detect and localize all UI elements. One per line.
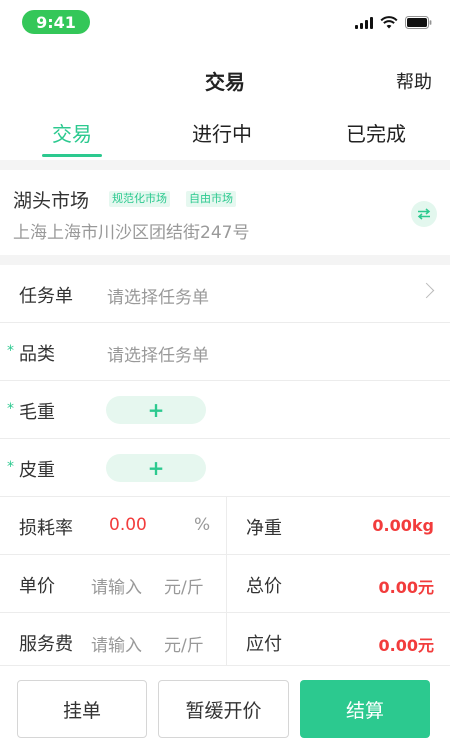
add-tare-weight-button[interactable]: +: [106, 454, 206, 482]
category-select[interactable]: 请选择任务单: [107, 341, 209, 366]
hold-order-button[interactable]: 挂单: [17, 680, 147, 738]
market-address: 上海上海市川沙区团结街247号: [13, 223, 250, 243]
market-name: 湖头市场: [13, 190, 90, 212]
section-divider: [0, 160, 450, 170]
market-card[interactable]: 湖头市场 规范化市场 自由市场 上海上海市川沙区团结街247号: [0, 170, 450, 255]
wifi-icon: [380, 16, 398, 29]
status-time: 9:41: [22, 10, 90, 34]
net-weight-value: 0.00kg: [372, 516, 434, 535]
defer-pricing-button[interactable]: 暂缓开价: [158, 680, 289, 738]
status-bar: 9:41: [0, 0, 450, 44]
payable-value: 0.00元: [378, 636, 434, 655]
loss-rate-input[interactable]: 0.00: [109, 515, 147, 535]
tab-trade[interactable]: 交易: [52, 118, 92, 147]
swap-arrows-icon: [417, 208, 431, 220]
net-weight-label: 净重: [246, 518, 282, 539]
service-fee-unit: 元/斤: [164, 636, 204, 656]
unit-price-input[interactable]: 请输入: [91, 573, 142, 598]
service-fee-cell: 服务费 请输入 元/斤: [0, 613, 227, 665]
category-row[interactable]: * 品类 请选择任务单: [0, 323, 450, 381]
required-mark: *: [7, 459, 14, 475]
battery-icon: [405, 16, 432, 29]
service-fee-label: 服务费: [19, 634, 73, 655]
tab-in-progress[interactable]: 进行中: [192, 118, 252, 147]
add-gross-weight-button[interactable]: +: [106, 396, 206, 424]
switch-market-button[interactable]: [411, 201, 437, 227]
loss-rate-unit: %: [194, 515, 211, 535]
tare-weight-row: * 皮重 +: [0, 439, 450, 497]
task-row[interactable]: 任务单 请选择任务单: [0, 265, 450, 323]
net-weight-cell: 净重 0.00kg: [227, 497, 450, 555]
gross-weight-label: 毛重: [19, 402, 55, 423]
nav-bar: 交易 帮助: [0, 44, 450, 110]
category-label: 品类: [19, 344, 55, 365]
help-button[interactable]: 帮助: [396, 68, 432, 94]
required-mark: *: [7, 401, 14, 417]
unit-price-label: 单价: [19, 576, 55, 597]
chevron-right-icon: [418, 282, 435, 299]
payable-cell: 应付 0.00元: [227, 613, 450, 665]
settle-button[interactable]: 结算: [300, 680, 430, 738]
section-divider: [0, 255, 450, 265]
total-price-cell: 总价 0.00元: [227, 555, 450, 613]
task-select[interactable]: 请选择任务单: [107, 283, 209, 308]
bottom-action-bar: 挂单 暂缓开价 结算: [0, 665, 450, 750]
page-title: 交易: [205, 70, 245, 94]
market-tag-standardized: 规范化市场: [109, 191, 170, 207]
loss-rate-label: 损耗率: [19, 518, 73, 539]
market-tag-free: 自由市场: [186, 191, 236, 207]
payable-label: 应付: [246, 634, 282, 655]
service-fee-input[interactable]: 请输入: [91, 631, 142, 656]
task-label: 任务单: [19, 286, 73, 307]
loss-rate-cell: 损耗率 0.00 %: [0, 497, 227, 555]
unit-price-unit: 元/斤: [164, 578, 204, 598]
total-price-value: 0.00元: [378, 578, 434, 597]
required-mark: *: [7, 343, 14, 359]
tab-bar: 交易 进行中 已完成: [0, 110, 450, 160]
unit-price-cell: 单价 请输入 元/斤: [0, 555, 227, 613]
gross-weight-row: * 毛重 +: [0, 381, 450, 439]
tare-weight-label: 皮重: [19, 460, 55, 481]
status-icons: [355, 16, 432, 29]
active-tab-indicator: [42, 154, 102, 157]
cellular-signal-icon: [355, 16, 373, 29]
tab-completed[interactable]: 已完成: [346, 118, 406, 147]
total-price-label: 总价: [246, 576, 282, 597]
